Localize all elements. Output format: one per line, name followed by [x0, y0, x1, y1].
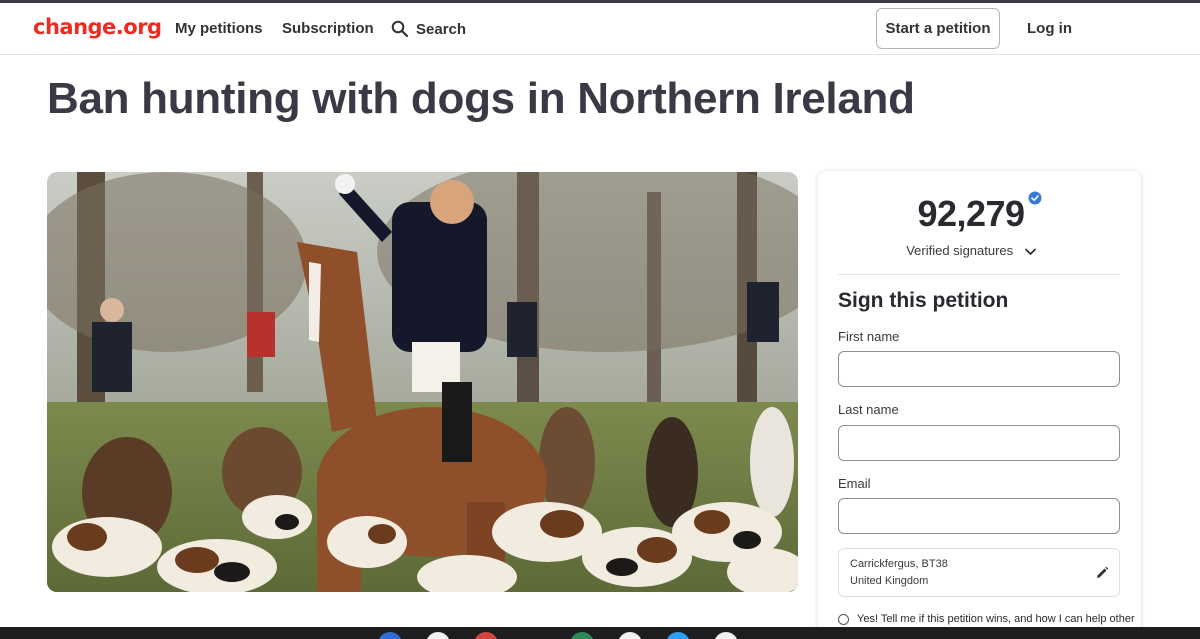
- first-name-label: First name: [838, 329, 900, 344]
- last-name-label: Last name: [838, 402, 899, 417]
- optin-label: Yes! Tell me if this petition wins, and …: [857, 613, 1135, 625]
- verified-badge-icon: [1028, 191, 1042, 205]
- os-dock: [0, 627, 1200, 639]
- location-city: Carrickfergus, BT38: [850, 558, 948, 570]
- first-name-input[interactable]: [838, 351, 1120, 387]
- email-input[interactable]: [838, 498, 1120, 534]
- location-country: United Kingdom: [850, 575, 929, 587]
- sign-heading: Sign this petition: [838, 289, 1009, 312]
- signature-card: 92,279 Verified signatures Sign this pet…: [818, 171, 1141, 639]
- logo[interactable]: change.org: [33, 15, 162, 39]
- search-label: Search: [416, 20, 467, 38]
- hunt-photo: [47, 172, 798, 592]
- site-header: change.org My petitions Subscription Sea…: [0, 3, 1200, 55]
- pencil-icon[interactable]: [1095, 566, 1109, 580]
- nav-my-petitions[interactable]: My petitions: [175, 20, 263, 37]
- last-name-input[interactable]: [838, 425, 1120, 461]
- search-button[interactable]: Search: [391, 18, 466, 40]
- petition-title: Ban hunting with dogs in Northern Irelan…: [47, 74, 915, 123]
- location-box[interactable]: Carrickfergus, BT38 United Kingdom: [838, 548, 1120, 597]
- verified-signatures-label: Verified signatures: [906, 243, 1014, 258]
- verified-signatures-toggle[interactable]: Verified signatures: [818, 243, 1124, 258]
- signature-count: 92,279: [917, 193, 1025, 234]
- chevron-down-icon: [1024, 248, 1036, 255]
- login-link[interactable]: Log in: [1027, 20, 1072, 37]
- petition-image: [47, 172, 798, 592]
- nav-subscription[interactable]: Subscription: [282, 20, 374, 37]
- email-label: Email: [838, 476, 871, 491]
- optin-radio[interactable]: [838, 613, 849, 625]
- optin-row[interactable]: Yes! Tell me if this petition wins, and …: [838, 613, 1138, 625]
- divider: [838, 274, 1120, 275]
- start-petition-button[interactable]: Start a petition: [876, 8, 1000, 49]
- search-icon: [391, 20, 409, 38]
